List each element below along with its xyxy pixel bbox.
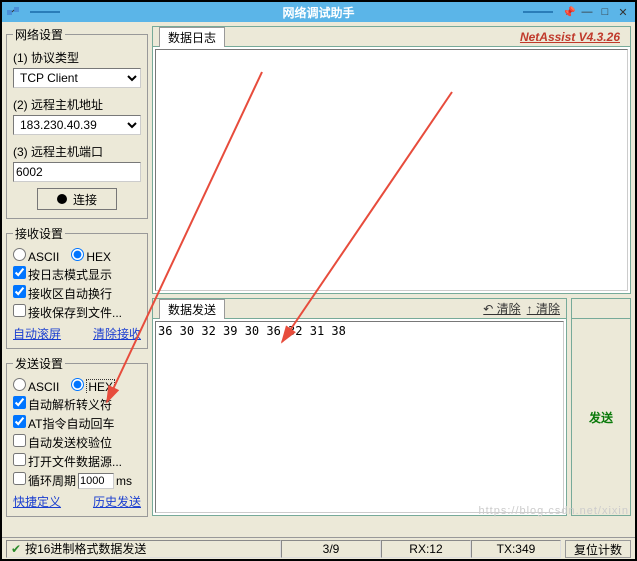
status-counter: 3/9: [281, 540, 381, 558]
send-hex-radio[interactable]: HEX: [71, 378, 115, 394]
clear-recv-link[interactable]: 清除接收: [93, 325, 141, 342]
status-ready: ✔按16进制格式数据发送: [6, 540, 281, 558]
host-select[interactable]: 183.230.40.39: [13, 115, 141, 135]
connect-button[interactable]: 连接: [37, 188, 117, 210]
host-label: (2) 远程主机地址: [13, 96, 141, 113]
send-textarea[interactable]: 36 30 32 39 30 36 32 31 38: [155, 321, 564, 513]
port-label: (3) 远程主机端口: [13, 143, 141, 160]
port-input[interactable]: [13, 162, 141, 182]
network-settings-panel: 网络设置 (1) 协议类型 TCP Client (2) 远程主机地址 183.…: [6, 26, 148, 219]
recv-save-file-check[interactable]: 接收保存到文件...: [13, 304, 122, 321]
auto-scroll-link[interactable]: 自动滚屏: [13, 325, 61, 342]
send-panel: 数据发送 ↶ 清除 ↑ 清除 36 30 32 39 30 36 32 31 3…: [152, 298, 567, 516]
close-button[interactable]: ✕: [615, 5, 631, 19]
send-at-cr-check[interactable]: AT指令自动回车: [13, 415, 114, 432]
watermark: https://blog.csdn.net/xixin: [478, 505, 629, 517]
statusbar: ✔按16进制格式数据发送 3/9 RX:12 TX:349 复位计数: [2, 537, 635, 559]
window-title: 网络调试助手: [282, 4, 354, 21]
recv-auto-wrap-check[interactable]: 接收区自动换行: [13, 285, 112, 302]
log-textarea[interactable]: [155, 49, 628, 291]
ready-icon: ✔: [11, 542, 21, 556]
log-tab[interactable]: 数据日志: [159, 27, 225, 47]
version-label[interactable]: NetAssist V4.3.26: [520, 30, 620, 44]
send-legend: 发送设置: [13, 355, 65, 372]
protocol-select[interactable]: TCP Client: [13, 68, 141, 88]
send-tab[interactable]: 数据发送: [159, 299, 225, 319]
recv-hex-radio[interactable]: HEX: [71, 248, 111, 264]
send-button[interactable]: 发送: [571, 318, 631, 516]
status-circle-icon: [57, 194, 67, 204]
send-settings-panel: 发送设置 ASCII HEX 自动解析转义符 AT指令自动回车 自动发送校验位 …: [6, 355, 148, 517]
status-tx: TX:349: [471, 540, 561, 558]
pin-icon[interactable]: 📌: [561, 5, 577, 19]
app-icon: [6, 5, 20, 19]
send-open-file-check[interactable]: 打开文件数据源...: [13, 453, 122, 470]
network-legend: 网络设置: [13, 26, 65, 43]
clear-undo-button[interactable]: ↶ 清除: [483, 300, 520, 317]
quick-def-link[interactable]: 快捷定义: [13, 493, 61, 510]
recv-legend: 接收设置: [13, 225, 65, 242]
protocol-label: (1) 协议类型: [13, 49, 141, 66]
recv-ascii-radio[interactable]: ASCII: [13, 248, 59, 264]
reset-counter-button[interactable]: 复位计数: [565, 540, 631, 558]
cycle-input[interactable]: [78, 473, 114, 489]
clear-button[interactable]: ↑ 清除: [527, 300, 560, 317]
maximize-button[interactable]: □: [597, 5, 613, 19]
cycle-unit: ms: [116, 474, 132, 488]
titlebar: 网络调试助手 📌 — □ ✕: [2, 2, 635, 22]
recv-log-mode-check[interactable]: 按日志模式显示: [13, 266, 112, 283]
status-rx: RX:12: [381, 540, 471, 558]
minimize-button[interactable]: —: [579, 5, 595, 19]
send-ascii-radio[interactable]: ASCII: [13, 378, 59, 394]
send-checksum-check[interactable]: 自动发送校验位: [13, 434, 112, 451]
history-send-link[interactable]: 历史发送: [93, 493, 141, 510]
send-cycle-check[interactable]: 循环周期: [13, 472, 76, 489]
send-escape-check[interactable]: 自动解析转义符: [13, 396, 112, 413]
log-panel: 数据日志 NetAssist V4.3.26: [152, 26, 631, 294]
recv-settings-panel: 接收设置 ASCII HEX 按日志模式显示 接收区自动换行 接收保存到文件..…: [6, 225, 148, 349]
